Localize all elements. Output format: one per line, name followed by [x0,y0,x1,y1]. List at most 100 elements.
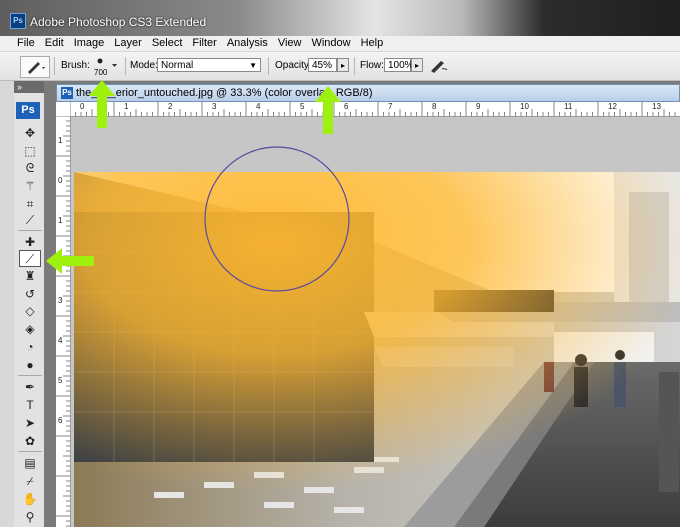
shape-tool[interactable]: ✿ [19,433,41,450]
tool-preset-picker[interactable] [20,56,50,78]
opacity-label: Opacity: [275,60,312,71]
document-ps-icon: Ps [61,87,73,99]
menu-edit[interactable]: Edit [40,36,69,51]
vertical-ruler[interactable]: 10123456 [56,116,71,527]
ps-logo: Ps [16,102,40,119]
zoom-tool[interactable]: ⚲ [19,509,41,526]
flow-field[interactable]: 100% [384,58,414,72]
separator [54,57,55,75]
airbrush-toggle[interactable] [428,57,450,75]
options-bar: Brush: 700 Mode: Normal ▼ Opacity: 45% ▸… [0,52,680,81]
history-brush-icon: ↺ [24,287,36,301]
annotation-arrow-up [315,86,341,134]
eraser-icon: ◇ [25,304,35,318]
move-tool[interactable]: ✥ [19,125,41,142]
flow-label: Flow: [360,60,384,71]
hand-icon: ✋ [22,492,38,506]
zoom-icon: ⚲ [25,510,35,524]
slice-tool[interactable]: ⟋ [19,212,41,229]
brush-icon [28,62,45,74]
brush-preset-picker[interactable]: 700 [92,55,120,79]
drop-icon: ◔ [26,340,34,354]
notes-icon: ▤ [24,456,36,470]
title-bar: Ps Adobe Photoshop CS3 Extended [0,0,680,36]
toolbox-separator [18,451,42,452]
canvas-image[interactable] [74,172,680,527]
pen-icon: ✒ [24,380,36,394]
hand-tool[interactable]: ✋ [19,491,41,508]
menu-image[interactable]: Image [69,36,110,51]
ruler-ticks [56,116,70,527]
menu-help[interactable]: Help [356,36,389,51]
interior-photo [74,172,680,527]
mode-value: Normal [161,60,194,71]
menu-window[interactable]: Window [306,36,355,51]
crop-tool[interactable]: ⌗ [19,196,41,213]
arrow-select-icon: ➤ [24,416,36,430]
mode-label: Mode: [130,60,158,71]
menu-bar: File Edit Image Layer Select Filter Analysis Vi… [0,36,680,52]
flow-slider-button[interactable]: ▸ [411,58,423,72]
menu-filter[interactable]: Filter [187,36,221,51]
paint-bucket-icon: ◈ [25,322,35,336]
clone-stamp-icon: ♜ [24,269,36,283]
type-tool[interactable]: T [19,397,41,414]
custom-shape-icon: ✿ [24,434,36,448]
brush-cursor [204,146,350,292]
rect-marquee-icon: ⬚ [24,144,36,158]
move-icon: ✥ [24,126,36,140]
dodge-icon: ● [26,358,34,372]
menu-analysis[interactable]: Analysis [222,36,273,51]
history-brush-tool[interactable]: ↺ [19,286,41,303]
menu-view[interactable]: View [273,36,307,51]
mode-select[interactable]: Normal ▼ [157,58,261,72]
eyedropper-icon: ⌿ [26,474,34,488]
path-select-tool[interactable]: ➤ [19,415,41,432]
separator [354,57,355,75]
marquee-tool[interactable]: ⬚ [19,143,41,160]
type-icon: T [26,398,34,412]
brush-icon: ⟋ [25,252,35,266]
separator [268,57,269,75]
chevron-down-icon: ▼ [249,61,257,70]
opacity-slider-button[interactable]: ▸ [337,58,349,72]
crop-icon: ⌗ [26,197,34,211]
brush-size: 700 [94,68,108,77]
eraser-tool[interactable]: ◇ [19,303,41,320]
bandage-icon: ✚ [24,235,36,249]
horizontal-ruler[interactable]: 0 1 2 3 4 5 6 7 8 9 10 11 12 13 [70,102,680,117]
magic-wand-icon: ⚚ [24,179,36,193]
app-icon: Ps [10,13,26,29]
notes-tool[interactable]: ▤ [19,455,41,472]
menu-file[interactable]: File [0,36,40,51]
menu-select[interactable]: Select [147,36,188,51]
toolbox-separator [18,230,42,231]
window-title: Adobe Photoshop CS3 Extended [30,15,207,29]
document-tab[interactable]: Ps the____erior_untouched.jpg @ 33.3% (c… [56,84,680,102]
opacity-field[interactable]: 45% [308,58,337,72]
eyedropper-tool[interactable]: ⌿ [19,473,41,490]
triangle-right-icon: ▸ [340,61,345,70]
brush-tool[interactable]: ⟋ [19,250,41,267]
blur-tool[interactable]: ◔ [19,339,41,356]
slice-icon: ⟋ [25,213,35,227]
brush-label: Brush: [61,60,90,71]
paint-bucket-tool[interactable]: ◈ [19,321,41,338]
airbrush-icon [431,61,448,73]
triangle-right-icon: ▸ [414,61,419,70]
dodge-tool[interactable]: ● [19,357,41,374]
toolbox-collapse-button[interactable]: » [14,81,44,93]
lasso-icon: ᘓ [25,161,35,175]
stamp-tool[interactable]: ♜ [19,268,41,285]
ruler-ticks [70,102,676,116]
lasso-tool[interactable]: ᘓ [19,160,41,177]
annotation-arrow-up [89,80,115,128]
magic-wand-tool[interactable]: ⚚ [19,178,41,195]
ruler-origin[interactable] [56,102,71,117]
menu-layer[interactable]: Layer [109,36,147,51]
separator [125,57,126,75]
panel-dock-strip [0,81,14,527]
pen-tool[interactable]: ✒ [19,379,41,396]
healing-tool[interactable]: ✚ [19,234,41,251]
annotation-arrow-left [46,248,94,274]
